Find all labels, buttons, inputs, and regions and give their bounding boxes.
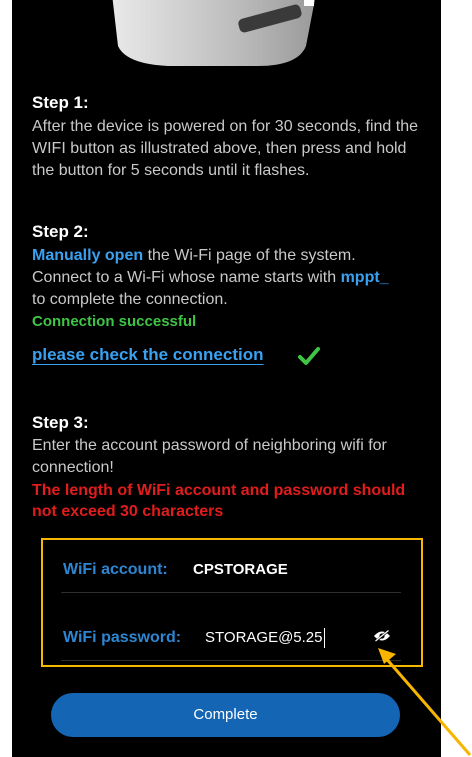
annotation-arrow-icon [378, 648, 472, 756]
step2-text: Manually open the Wi-Fi page of the syst… [32, 245, 432, 333]
text-caret [323, 628, 325, 649]
step3-text: Enter the account password of neighborin… [32, 437, 387, 476]
wifi-form-highlight: WiFi account: CPSTORAGE WiFi password: S… [41, 538, 423, 667]
step2-text-a: the Wi-Fi page of the system. [143, 247, 356, 264]
step1-text: After the device is powered on for 30 se… [32, 118, 419, 179]
step3-title: Step 3: [32, 413, 89, 432]
manually-open-link[interactable]: Manually open [32, 247, 143, 264]
wifi-password-row[interactable]: WiFi password: STORAGE@5.25 [61, 616, 401, 661]
step2-title: Step 2: [32, 222, 89, 241]
step2-text-c: to complete the connection. [32, 291, 228, 308]
length-warning: The length of WiFi account and password … [32, 482, 406, 520]
complete-button[interactable]: Complete [51, 693, 400, 737]
step1-title: Step 1: [32, 93, 89, 112]
wifi-account-input[interactable]: CPSTORAGE [193, 548, 288, 592]
wifi-password-value: STORAGE@5.25 [205, 629, 323, 646]
check-icon [298, 347, 320, 365]
step2-text-b: Connect to a Wi-Fi whose name starts wit… [32, 269, 341, 286]
connection-status: Connection successful [32, 313, 197, 330]
check-connection-link[interactable]: please check the connection [32, 345, 263, 365]
wifi-password-input[interactable]: STORAGE@5.25 [205, 616, 325, 660]
mppt-prefix: mppt_ [340, 269, 389, 286]
wifi-account-row[interactable]: WiFi account: CPSTORAGE [61, 548, 401, 593]
wifi-account-label: WiFi account: [63, 561, 168, 578]
device-illustration [112, 0, 315, 66]
wifi-password-label: WiFi password: [63, 629, 182, 646]
